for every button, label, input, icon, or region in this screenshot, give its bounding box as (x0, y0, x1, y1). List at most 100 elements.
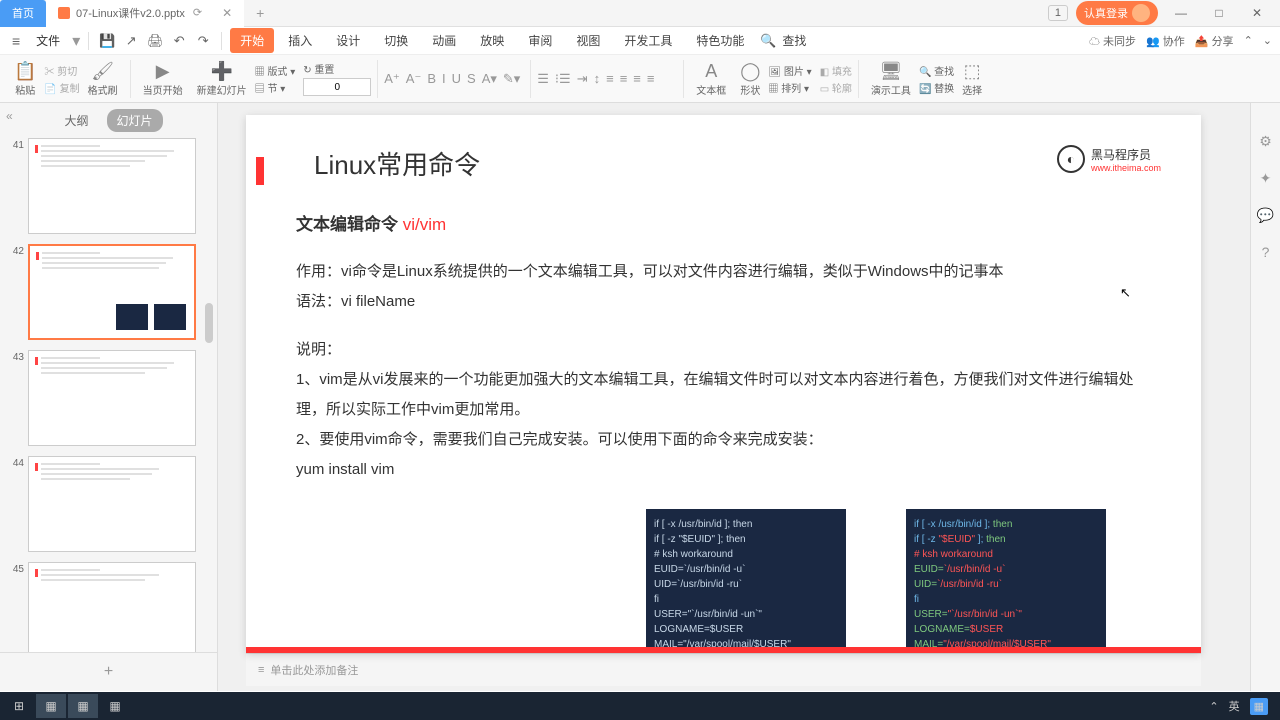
find-button[interactable]: 🔍 查找 (919, 63, 954, 78)
file-tab[interactable]: 07-Linux课件v2.0.pptx ⟳ ✕ (46, 0, 244, 27)
fill-button[interactable]: ◧ 填充 (820, 63, 852, 78)
replace-button[interactable]: 🔄 替换 (919, 80, 954, 95)
thumb-42[interactable]: 42 (8, 244, 209, 340)
settings-icon[interactable]: ⚙ (1259, 133, 1272, 150)
format-painter-button[interactable]: 🖌格式刷 (82, 60, 124, 97)
tab-review[interactable]: 审阅 (518, 28, 562, 53)
ime-indicator[interactable]: 英 (1229, 698, 1240, 714)
font-size-up-icon[interactable]: A⁺ (384, 71, 400, 87)
minimize-button[interactable]: — (1166, 3, 1196, 23)
thumb-41[interactable]: 41 (8, 138, 209, 234)
outline-button[interactable]: ▭ 轮廓 (820, 80, 852, 95)
print-icon[interactable]: 🖨 (145, 31, 165, 51)
tab-slideshow[interactable]: 放映 (470, 28, 514, 53)
paste-button[interactable]: 📋粘贴 (8, 60, 42, 97)
close-button[interactable]: ✕ (1242, 3, 1272, 23)
slide-subtitle: 文本编辑命令 vi/vim (296, 210, 1151, 235)
share-button[interactable]: 📤 分享 (1195, 33, 1234, 49)
italic-icon[interactable]: I (442, 71, 446, 86)
collapse-ribbon-icon[interactable]: ⌃ (1244, 34, 1253, 47)
bold-icon[interactable]: B (427, 71, 436, 86)
line-spacing-icon[interactable]: ↕ (594, 71, 601, 86)
export-icon[interactable]: ↗ (121, 31, 141, 51)
notes-area[interactable]: ≡ 单击此处添加备注 (246, 653, 1201, 686)
highlight-icon[interactable]: ✎▾ (503, 71, 520, 87)
filename: 07-Linux课件v2.0.pptx (76, 5, 185, 21)
login-button[interactable]: 认真登录 (1076, 1, 1158, 25)
slide-footer-bar (246, 647, 1201, 653)
numbering-icon[interactable]: ⁝☰ (555, 71, 571, 87)
layout-button[interactable]: ▦ 版式 ▾ (255, 63, 296, 78)
thumb-44[interactable]: 44 (8, 456, 209, 552)
align-center-icon[interactable]: ≡ (620, 71, 628, 86)
tab-animation[interactable]: 动画 (422, 28, 466, 53)
justify-icon[interactable]: ≡ (647, 71, 655, 86)
tray-up-icon[interactable]: ⌃ (1209, 700, 1218, 713)
slide-canvas[interactable]: ◐ 黑马程序员www.itheima.com Linux常用命令 文本编辑命令 … (246, 115, 1201, 653)
undo-icon[interactable]: ↶ (169, 31, 189, 51)
copy-button[interactable]: 📄 复制 (44, 80, 79, 95)
save-icon[interactable]: 💾 (97, 31, 117, 51)
textbox-button[interactable]: A文本框 (690, 60, 732, 97)
align-left-icon[interactable]: ≡ (606, 71, 614, 86)
comment-icon[interactable]: 💬 (1257, 207, 1274, 224)
strike-icon[interactable]: S (467, 71, 476, 86)
thumb-43[interactable]: 43 (8, 350, 209, 446)
collab-button[interactable]: 👥 协作 (1146, 33, 1185, 49)
tab-transition[interactable]: 切换 (374, 28, 418, 53)
task-app-1[interactable]: ▦ (36, 694, 66, 718)
file-menu[interactable]: 文件 (28, 32, 68, 49)
bullets-icon[interactable]: ☰ (537, 71, 549, 87)
reset-button[interactable]: ↻ 重置 (303, 61, 371, 76)
new-slide-button[interactable]: ➕新建幻灯片 (191, 60, 253, 97)
start-button[interactable]: ⊞ (4, 694, 34, 718)
search-label[interactable]: 查找 (782, 32, 806, 49)
cut-button[interactable]: ✂ 剪切 (44, 63, 79, 78)
select-button[interactable]: ⬚选择 (956, 60, 988, 97)
tab-dev[interactable]: 开发工具 (614, 28, 682, 53)
app-menu-icon[interactable]: ≡ (8, 33, 24, 49)
slide-body-2: 说明： 1、vim是从vi发展来的一个功能更加强大的文本编辑工具，在编辑文件时可… (296, 335, 1151, 485)
tab-design[interactable]: 设计 (326, 28, 370, 53)
picture-button[interactable]: 🖼 图片 ▾ (768, 63, 811, 78)
tab-start[interactable]: 开始 (230, 28, 274, 53)
maximize-button[interactable]: □ (1204, 3, 1234, 23)
collapse-sidebar-icon[interactable]: « (6, 109, 13, 123)
underline-icon[interactable]: U (452, 71, 461, 86)
code-sample-1: if [ -x /usr/bin/id ]; then if [ -z "$EU… (646, 509, 846, 653)
add-tab[interactable]: + (244, 0, 276, 27)
task-app-2[interactable]: ▦ (68, 694, 98, 718)
from-current-button[interactable]: ▶当页开始 (137, 60, 189, 97)
tab-feature[interactable]: 特色功能 (686, 28, 754, 53)
thumb-45[interactable]: 45 (8, 562, 209, 652)
font-color-icon[interactable]: A▾ (482, 71, 497, 87)
tray-icon[interactable]: ▦ (1250, 698, 1268, 715)
notification-badge[interactable]: 1 (1048, 5, 1068, 21)
tab-view[interactable]: 视图 (566, 28, 610, 53)
shape-button[interactable]: ◯形状 (734, 60, 766, 97)
font-size-down-icon[interactable]: A⁻ (406, 71, 422, 87)
close-tab-icon[interactable]: ✕ (222, 6, 232, 20)
add-slide-button[interactable]: + (0, 652, 217, 691)
arrange-button[interactable]: ▦ 排列 ▾ (768, 80, 811, 95)
refresh-icon[interactable]: ⟳ (193, 6, 202, 19)
home-tab[interactable]: 首页 (0, 0, 46, 27)
slides-tab[interactable]: 幻灯片 (107, 109, 163, 132)
help-icon[interactable]: ? (1262, 244, 1270, 260)
sync-status[interactable]: ☁ 未同步 (1089, 33, 1136, 49)
task-app-3[interactable]: ▦ (100, 694, 130, 718)
sidebar-scrollbar[interactable] (205, 303, 213, 343)
slide-title: Linux常用命令 (314, 145, 1151, 182)
search-icon[interactable]: 🔍 (758, 31, 778, 51)
slide-body-1: 作用：vi命令是Linux系统提供的一个文本编辑工具，可以对文件内容进行编辑，类… (296, 257, 1151, 317)
tools-button[interactable]: 🖥演示工具 (865, 60, 917, 97)
star-icon[interactable]: ✦ (1260, 170, 1272, 187)
tab-insert[interactable]: 插入 (278, 28, 322, 53)
redo-icon[interactable]: ↷ (193, 31, 213, 51)
align-right-icon[interactable]: ≡ (633, 71, 641, 86)
indent-icon[interactable]: ⇥ (577, 71, 588, 87)
more-icon[interactable]: ⌄ (1263, 34, 1272, 47)
outline-tab[interactable]: 大纲 (54, 109, 98, 132)
font-input[interactable] (303, 78, 371, 96)
section-button[interactable]: ▤ 节 ▾ (255, 80, 296, 95)
